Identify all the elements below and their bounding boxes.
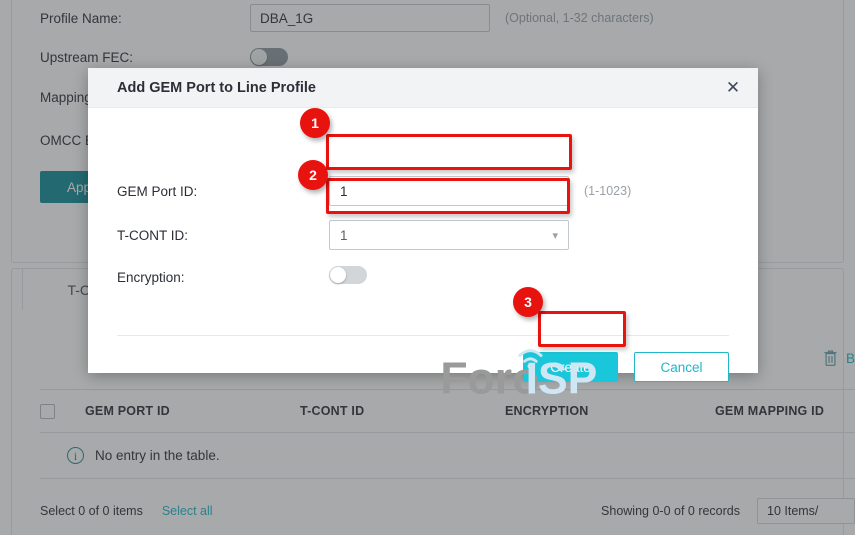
tcont-id-row: 1 ▾ — [329, 220, 569, 250]
cancel-button[interactable]: Cancel — [634, 352, 729, 382]
gem-port-id-row: (1-1023) — [329, 176, 631, 206]
modal-actions: Create Cancel — [523, 352, 729, 382]
create-button[interactable]: Create — [523, 352, 618, 382]
modal-body: GEM Port ID: (1-1023) T-CONT ID: 1 ▾ Enc… — [88, 108, 758, 373]
tcont-id-value: 1 — [340, 228, 348, 243]
close-icon[interactable]: ✕ — [708, 68, 758, 108]
modal-header: Add GEM Port to Line Profile ✕ — [88, 68, 758, 108]
toggle-knob — [330, 267, 346, 283]
annotation-badge-3: 3 — [513, 287, 543, 317]
tcont-id-label: T-CONT ID: — [117, 228, 188, 243]
screen: Profile Name: (Optional, 1-32 characters… — [0, 0, 855, 535]
tcont-id-select[interactable]: 1 ▾ — [329, 220, 569, 250]
modal-title: Add GEM Port to Line Profile — [117, 80, 316, 96]
encryption-toggle[interactable] — [329, 266, 367, 284]
gem-port-id-label: GEM Port ID: — [117, 184, 197, 199]
encryption-row — [329, 266, 367, 284]
encryption-label: Encryption: — [117, 270, 185, 285]
chevron-down-icon: ▾ — [552, 229, 558, 242]
add-gem-port-modal: Add GEM Port to Line Profile ✕ GEM Port … — [88, 68, 758, 373]
annotation-badge-2: 2 — [298, 160, 328, 190]
annotation-badge-1: 1 — [300, 108, 330, 138]
gem-port-id-input[interactable] — [329, 176, 569, 206]
modal-divider — [117, 335, 729, 336]
gem-port-id-hint: (1-1023) — [584, 184, 631, 198]
